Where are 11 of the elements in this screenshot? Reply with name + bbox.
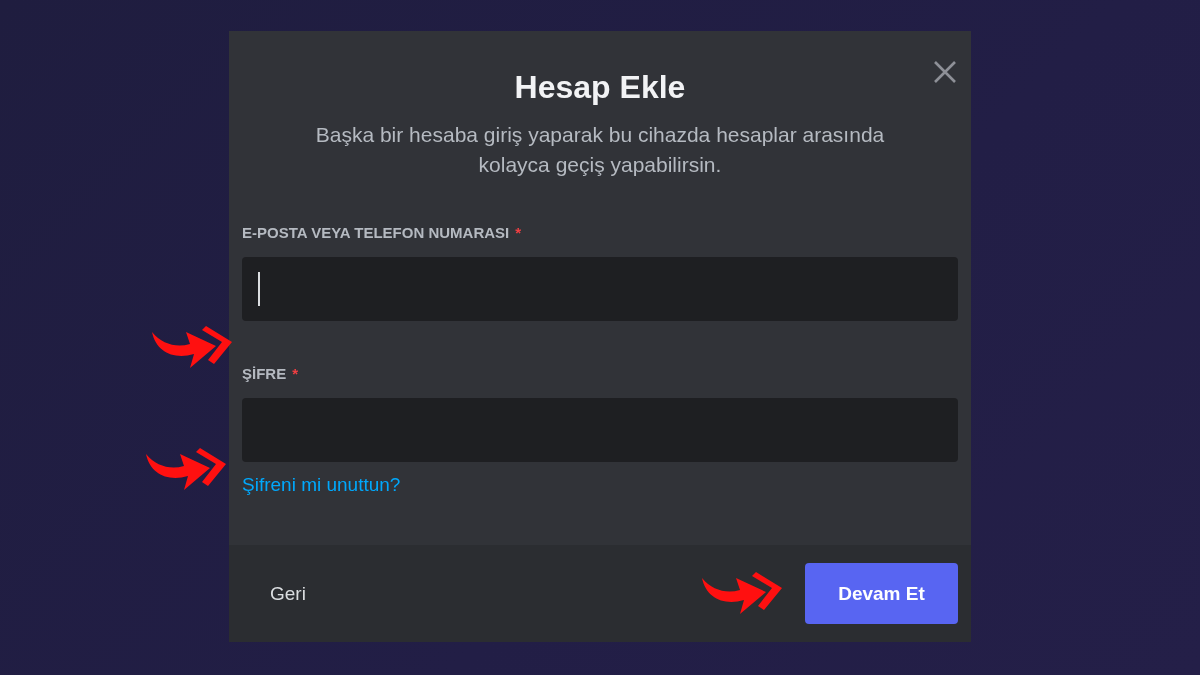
required-mark: *	[515, 224, 522, 241]
continue-button[interactable]: Devam Et	[805, 563, 958, 624]
field-label: E-POSTA VEYA TELEFON NUMARASI	[242, 224, 510, 241]
dialog-subtitle: Başka bir hesaba giriş yaparak bu cihazda hesaplar arasında kolayca geçiş yapabilirsin.	[314, 122, 886, 178]
dialog-title: Hesap Ekle	[513, 69, 687, 106]
required-mark: *	[292, 365, 299, 382]
back-button[interactable]: Geri	[242, 564, 334, 623]
forgot-password-link[interactable]: Şifreni mi unuttun?	[242, 474, 401, 496]
input-field[interactable]	[242, 257, 958, 321]
field-label: ŞİFRE	[242, 365, 287, 382]
close-icon[interactable]	[932, 59, 958, 85]
